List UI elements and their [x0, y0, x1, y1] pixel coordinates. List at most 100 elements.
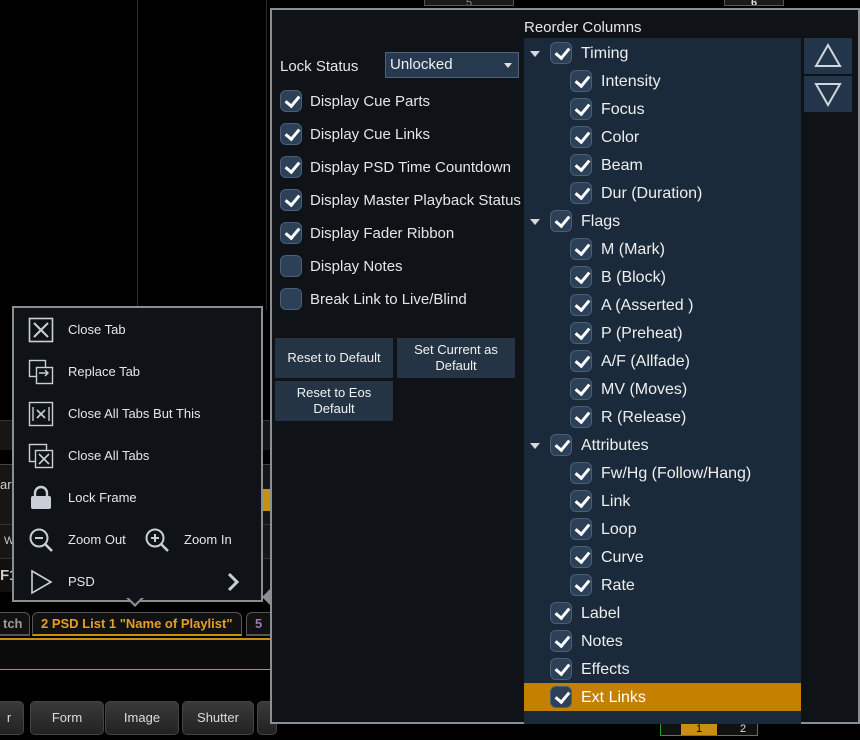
caret-down-icon[interactable]	[530, 219, 540, 225]
tree-row-link[interactable]: Link	[524, 487, 801, 515]
checkbox[interactable]	[280, 123, 302, 145]
checkbox[interactable]	[550, 434, 572, 456]
checkbox[interactable]	[570, 322, 592, 344]
tree-row-attributes[interactable]: Attributes	[524, 431, 801, 459]
checkbox[interactable]	[570, 266, 592, 288]
tree-row-follow-hang[interactable]: Fw/Hg (Follow/Hang)	[524, 459, 801, 487]
checkbox[interactable]	[280, 288, 302, 310]
form-button[interactable]: Form	[30, 701, 104, 735]
option-display-cue-parts[interactable]: Display Cue Parts	[280, 88, 530, 114]
chevron-down-icon	[504, 63, 512, 68]
checkbox[interactable]	[280, 255, 302, 277]
tree-row-asserted[interactable]: A (Asserted )	[524, 291, 801, 319]
checkbox[interactable]	[570, 70, 592, 92]
reset-to-default-button[interactable]: Reset to Default	[275, 338, 393, 378]
checkbox[interactable]	[280, 90, 302, 112]
tree-row-preheat[interactable]: P (Preheat)	[524, 319, 801, 347]
option-display-psd-time-countdown[interactable]: Display PSD Time Countdown	[280, 154, 530, 180]
reset-to-eos-default-button[interactable]: Reset to Eos Default	[275, 381, 393, 421]
move-up-button[interactable]	[804, 38, 852, 74]
checkbox[interactable]	[570, 518, 592, 540]
zoom-in-item[interactable]: Zoom In	[130, 522, 261, 558]
background-tab[interactable]: tch	[0, 612, 30, 636]
tree-row-timing[interactable]: Timing	[524, 39, 801, 67]
checkbox[interactable]	[570, 154, 592, 176]
footer-strip: 1 2	[660, 722, 758, 736]
tree-row-notes[interactable]: Notes	[524, 627, 801, 655]
checkbox[interactable]	[570, 574, 592, 596]
tab-context-menu: Close Tab Replace Tab Close All Tabs But…	[12, 306, 263, 602]
checkbox[interactable]	[280, 222, 302, 244]
lock-status-label: Lock Status	[280, 58, 359, 75]
background-tab-content	[0, 638, 272, 670]
tree-row-rate[interactable]: Rate	[524, 571, 801, 599]
tree-row-curve[interactable]: Curve	[524, 543, 801, 571]
tree-row-label: Label	[581, 605, 621, 622]
psd-item[interactable]: PSD	[14, 564, 261, 600]
tree-row-loop[interactable]: Loop	[524, 515, 801, 543]
checkbox[interactable]	[570, 462, 592, 484]
tree-row-label: Timing	[581, 45, 629, 62]
tree-row-effects[interactable]: Effects	[524, 655, 801, 683]
checkbox[interactable]	[570, 350, 592, 372]
tree-row-intensity[interactable]: Intensity	[524, 67, 801, 95]
checkbox[interactable]	[570, 294, 592, 316]
checkbox[interactable]	[570, 406, 592, 428]
reorder-columns-tree: Timing Intensity Focus Color Beam Dur (D…	[524, 38, 801, 724]
tree-row-release[interactable]: R (Release)	[524, 403, 801, 431]
tree-row-focus[interactable]: Focus	[524, 95, 801, 123]
checkbox[interactable]	[570, 182, 592, 204]
zoom-out-item[interactable]: Zoom Out	[14, 522, 130, 558]
tree-row-duration[interactable]: Dur (Duration)	[524, 179, 801, 207]
footer-cell: 1	[681, 723, 717, 735]
caret-down-icon[interactable]	[530, 51, 540, 57]
checkbox[interactable]	[550, 210, 572, 232]
checkbox[interactable]	[570, 490, 592, 512]
tree-row-flags[interactable]: Flags	[524, 207, 801, 235]
close-tab-item[interactable]: Close Tab	[14, 312, 261, 348]
checkbox[interactable]	[570, 98, 592, 120]
close-all-tabs-but-this-item[interactable]: Close All Tabs But This	[14, 396, 261, 432]
option-display-fader-ribbon[interactable]: Display Fader Ribbon	[280, 220, 530, 246]
shutter-button[interactable]: Shutter	[182, 701, 254, 735]
tree-row-beam[interactable]: Beam	[524, 151, 801, 179]
checkbox[interactable]	[570, 546, 592, 568]
background-divider	[266, 0, 267, 310]
checkbox[interactable]	[550, 686, 572, 708]
caret-down-icon[interactable]	[530, 443, 540, 449]
set-current-as-default-button[interactable]: Set Current as Default	[397, 338, 515, 378]
close-all-tabs-item[interactable]: Close All Tabs	[14, 438, 261, 474]
tree-row-label: Rate	[601, 577, 635, 594]
option-display-notes[interactable]: Display Notes	[280, 253, 530, 279]
tree-row-mark[interactable]: M (Mark)	[524, 235, 801, 263]
background-button[interactable]: r	[0, 701, 24, 735]
checkbox[interactable]	[570, 238, 592, 260]
tree-row-color[interactable]: Color	[524, 123, 801, 151]
checkbox[interactable]	[550, 658, 572, 680]
option-display-master-playback-status[interactable]: Display Master Playback Status	[280, 187, 530, 213]
checkbox[interactable]	[570, 126, 592, 148]
checkbox[interactable]	[280, 189, 302, 211]
checkbox[interactable]	[550, 602, 572, 624]
checkbox[interactable]	[550, 630, 572, 652]
background-tab-active[interactable]: 2 PSD List 1 "Name of Playlist"	[32, 612, 242, 636]
tree-row-allfade[interactable]: A/F (Allfade)	[524, 347, 801, 375]
lock-frame-item[interactable]: Lock Frame	[14, 480, 261, 516]
checkbox[interactable]	[570, 378, 592, 400]
tree-row-label-column[interactable]: Label	[524, 599, 801, 627]
tree-row-label: Flags	[581, 213, 621, 230]
tree-row-label: B (Block)	[601, 269, 666, 286]
option-break-link-live-blind[interactable]: Break Link to Live/Blind	[280, 286, 530, 312]
image-button[interactable]: Image	[105, 701, 179, 735]
checkbox[interactable]	[280, 156, 302, 178]
tree-row-ext-links[interactable]: Ext Links	[524, 683, 801, 711]
checkbox[interactable]	[550, 42, 572, 64]
replace-tab-item[interactable]: Replace Tab	[14, 354, 261, 390]
tree-row-label: Curve	[601, 549, 644, 566]
move-down-button[interactable]	[804, 76, 852, 112]
tree-row-label: Intensity	[601, 73, 661, 90]
lock-status-select[interactable]: Unlocked	[385, 52, 519, 78]
tree-row-moves[interactable]: MV (Moves)	[524, 375, 801, 403]
tree-row-block[interactable]: B (Block)	[524, 263, 801, 291]
option-display-cue-links[interactable]: Display Cue Links	[280, 121, 530, 147]
